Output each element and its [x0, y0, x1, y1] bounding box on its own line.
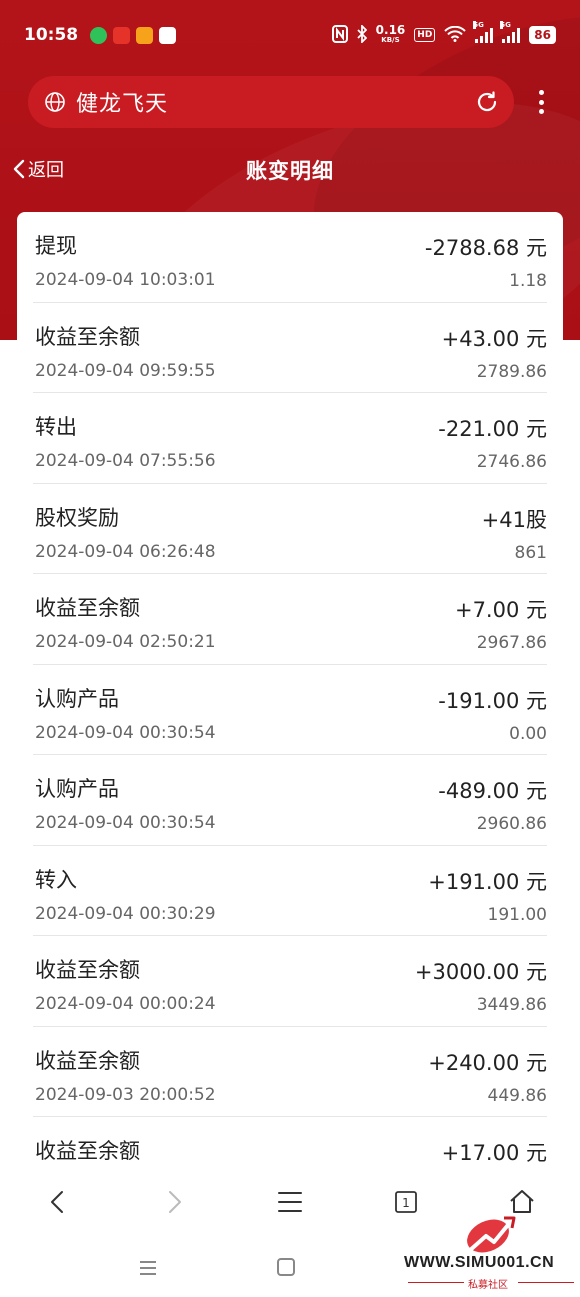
transaction-row[interactable]: 转出 2024-09-04 07:55:56 -221.00 元 2746.86 [33, 393, 547, 484]
chevron-right-icon [169, 1191, 181, 1213]
tabs-icon: 1 [395, 1191, 417, 1213]
browser-menu-button[interactable] [232, 1168, 348, 1236]
wechat-app-icon [90, 26, 107, 44]
chevron-left-icon [51, 1191, 63, 1213]
more-options-icon[interactable] [530, 88, 552, 116]
transaction-row[interactable]: 提现 2024-09-04 10:03:01 -2788.68 元 1.18 [33, 212, 547, 303]
transaction-date: 2024-09-03 20:00:52 [35, 1084, 216, 1105]
transaction-date: 2024-09-04 09:59:55 [35, 360, 216, 381]
watermark-subtitle: 私募社区 [468, 1280, 508, 1291]
transaction-date: 2024-09-04 06:26:48 [35, 541, 216, 562]
transaction-date: 2024-09-04 00:00:24 [35, 994, 216, 1014]
transaction-balance: 2789.86 [476, 361, 547, 382]
watermark-logo [466, 1216, 516, 1254]
transaction-row[interactable]: 收益至余额 2024-09-04 02:50:21 +7.00 元 2967.8… [33, 574, 547, 665]
transaction-type: 收益至余额 [35, 1139, 140, 1163]
transaction-date: 2024-09-04 07:55:56 [35, 451, 216, 471]
transaction-type: 收益至余额 [35, 324, 140, 349]
baidu-app-icon [159, 26, 176, 44]
refresh-icon[interactable] [474, 89, 500, 115]
wifi-icon [444, 25, 467, 45]
transaction-type: 转出 [35, 415, 77, 439]
status-bar: 10:58 0.16 KB/S HD 5G 5G 86 [0, 0, 580, 70]
shopping-app-icon [113, 26, 130, 44]
transaction-balance: 3449.86 [476, 995, 547, 1015]
transaction-row[interactable]: 股权奖励 2024-09-04 06:26:48 +41股 861 [33, 484, 547, 574]
transaction-list-card: 提现 2024-09-04 10:03:01 -2788.68 元 1.18 收… [17, 212, 563, 1172]
signal-strength-2-icon: 5G [500, 21, 521, 43]
transaction-row[interactable]: 转入 2024-09-04 00:30:29 +191.00 元 191.00 [33, 846, 547, 936]
tab-count: 1 [402, 1196, 410, 1210]
transaction-balance: 2746.86 [476, 452, 547, 472]
signal-strength-1-icon: 5G [473, 21, 494, 43]
screen: 10:58 0.16 KB/S HD 5G 5G 86 健龙飞天 返回 账变明细… [0, 0, 580, 1297]
transaction-balance: 2967.86 [476, 633, 547, 653]
recent-apps-icon[interactable] [138, 1260, 158, 1276]
watermark-text: WWW.SIMU001.CN [404, 1254, 555, 1271]
transaction-amount: -191.00 元 [438, 688, 547, 713]
globe-icon [45, 92, 65, 112]
transaction-amount: +7.00 元 [454, 598, 547, 622]
bluetooth-icon [357, 23, 367, 46]
transaction-type: 认购产品 [35, 777, 119, 801]
transaction-row[interactable]: 收益至余额 2024-09-04 09:59:55 +43.00 元 2789.… [33, 303, 547, 393]
transaction-amount: +3000.00 元 [414, 960, 547, 984]
transaction-amount: +43.00 元 [441, 326, 547, 351]
nfc-icon [331, 24, 348, 46]
store-app-icon [136, 26, 153, 44]
transaction-amount: -221.00 元 [438, 417, 547, 441]
transaction-type: 认购产品 [35, 686, 119, 711]
network-speed: 0.16 KB/S [375, 23, 406, 44]
address-text: 健龙飞天 [76, 92, 169, 117]
menu-icon [278, 1192, 302, 1212]
browser-back-button[interactable] [0, 1168, 116, 1236]
battery-indicator: 86 [529, 26, 556, 44]
hd-voice-badge: HD [414, 28, 436, 42]
transaction-date: 2024-09-04 02:50:21 [35, 632, 216, 652]
address-bar[interactable]: 健龙飞天 [28, 76, 514, 128]
home-icon [510, 1190, 534, 1213]
watermark: WWW.SIMU001.CN 私募社区 [400, 1214, 580, 1294]
transaction-amount: +17.00 元 [441, 1141, 547, 1165]
transaction-row[interactable]: 收益至余额 +17.00 元 [33, 1117, 547, 1172]
transaction-amount: +41股 [481, 507, 547, 532]
transaction-amount: +191.00 元 [428, 869, 547, 894]
transaction-row[interactable]: 认购产品 2024-09-04 00:30:54 -489.00 元 2960.… [33, 755, 547, 846]
browser-forward-button[interactable] [116, 1168, 232, 1236]
transaction-amount: +240.00 元 [428, 1050, 547, 1075]
transaction-balance: 861 [514, 542, 547, 563]
status-time: 10:58 [24, 25, 79, 45]
transaction-date: 2024-09-04 10:03:01 [35, 270, 216, 290]
page-title: 账变明细 [246, 159, 334, 183]
transaction-row[interactable]: 收益至余额 2024-09-03 20:00:52 +240.00 元 449.… [33, 1027, 547, 1117]
transaction-type: 收益至余额 [35, 596, 140, 620]
transaction-type: 股权奖励 [35, 505, 119, 530]
transaction-balance: 0.00 [509, 723, 547, 744]
transaction-type: 收益至余额 [35, 958, 140, 982]
transaction-row[interactable]: 认购产品 2024-09-04 00:30:54 -191.00 元 0.00 [33, 665, 547, 755]
transaction-balance: 1.18 [509, 271, 547, 291]
transaction-type: 提现 [35, 234, 77, 258]
transaction-date: 2024-09-04 00:30:29 [35, 903, 216, 924]
transaction-date: 2024-09-04 00:30:54 [35, 813, 216, 833]
notification-icons [90, 26, 176, 44]
transaction-amount: -489.00 元 [438, 779, 547, 803]
transaction-row[interactable]: 收益至余额 2024-09-04 00:00:24 +3000.00 元 344… [33, 936, 547, 1027]
transaction-type: 转入 [35, 867, 77, 892]
transaction-balance: 2960.86 [476, 814, 547, 834]
transaction-amount: -2788.68 元 [424, 236, 547, 260]
transaction-balance: 191.00 [487, 904, 547, 925]
transaction-date: 2024-09-04 00:30:54 [35, 722, 216, 743]
transaction-balance: 449.86 [487, 1085, 547, 1106]
system-home-icon[interactable] [277, 1258, 295, 1276]
page-nav-bar: 返回 账变明细 [0, 148, 580, 192]
transaction-type: 收益至余额 [35, 1048, 140, 1073]
status-indicators: 0.16 KB/S HD 5G 5G 86 [331, 21, 556, 46]
